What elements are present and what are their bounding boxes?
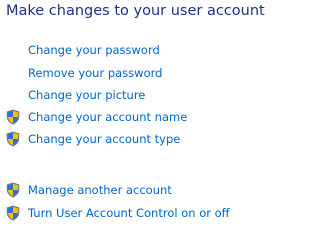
uac-shield-icon (6, 205, 20, 221)
task-link-manage-another-account[interactable]: Manage another account (28, 183, 172, 197)
task-link-remove-password[interactable]: Remove your password (28, 66, 162, 80)
uac-shield-icon (6, 182, 20, 198)
task-link-change-password[interactable]: Change your password (28, 43, 160, 57)
page-title: Make changes to your user account (6, 3, 265, 19)
uac-shield-icon (6, 109, 20, 125)
task-link-turn-uac-on-off[interactable]: Turn User Account Control on or off (28, 206, 230, 220)
task-link-change-account-type[interactable]: Change your account type (28, 132, 180, 146)
uac-shield-icon (6, 131, 20, 147)
task-link-change-picture[interactable]: Change your picture (28, 88, 145, 102)
task-link-change-account-name[interactable]: Change your account name (28, 110, 187, 124)
